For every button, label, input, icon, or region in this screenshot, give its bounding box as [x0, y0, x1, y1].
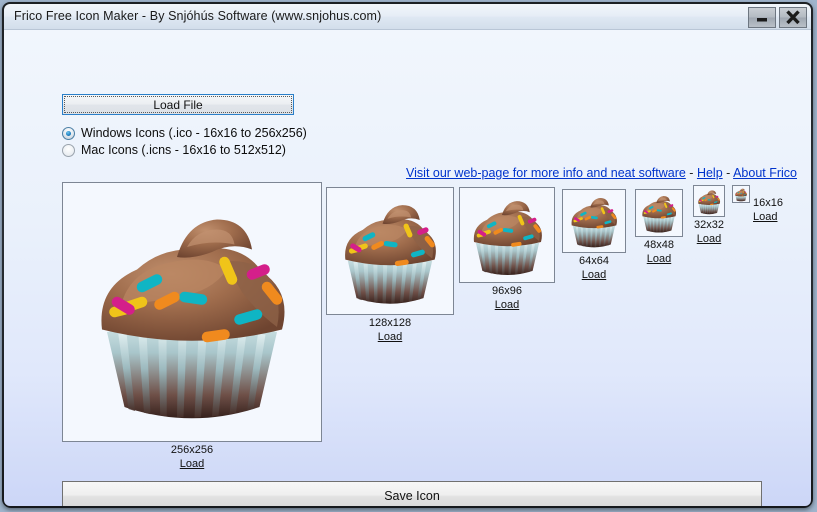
link-separator-1: -: [685, 166, 697, 180]
cupcake-icon: [694, 186, 724, 217]
radio-selected-icon: [62, 126, 75, 140]
window-title: Frico Free Icon Maker - By Snjóhús Softw…: [14, 9, 382, 23]
link-bar: Visit our web-page for more info and nea…: [406, 166, 797, 180]
preview-size-label-96: 96x96: [492, 285, 522, 297]
preview-size-label-48: 48x48: [644, 239, 674, 251]
preview-size-label-32: 32x32: [694, 219, 724, 231]
minimize-button[interactable]: [748, 7, 776, 28]
load-file-button[interactable]: Load File: [62, 94, 294, 115]
preview-box-128: [326, 187, 454, 315]
save-icon-button[interactable]: Save Icon: [62, 481, 762, 506]
cupcake-icon: [461, 189, 554, 282]
cupcake-icon: [67, 187, 317, 437]
radio-mac-icons[interactable]: Mac Icons (.icns - 16x16 to 512x512): [62, 143, 286, 157]
preview-tile-96: 96x96 Load: [459, 187, 555, 312]
preview-box-64: [562, 189, 626, 253]
load-link-256[interactable]: Load: [62, 457, 322, 471]
load-link-48[interactable]: Load: [635, 252, 683, 266]
preview-box-256: [62, 182, 322, 442]
link-about-frico[interactable]: About Frico: [733, 166, 797, 180]
client-area: Load File Windows Icons (.ico - 16x16 to…: [4, 30, 811, 506]
preview-size-label-256: 256x256: [170, 444, 214, 456]
application-window: Frico Free Icon Maker - By Snjóhús Softw…: [2, 2, 813, 508]
radio-windows-label: Windows Icons (.ico - 16x16 to 256x256): [81, 126, 307, 140]
preview-box-32: [693, 185, 725, 217]
cupcake-icon: [563, 190, 625, 252]
title-bar: Frico Free Icon Maker - By Snjóhús Softw…: [4, 4, 811, 30]
link-help[interactable]: Help: [697, 166, 723, 180]
preview-size-label-64: 64x64: [579, 255, 609, 267]
close-button[interactable]: [779, 7, 807, 28]
preview-tile-48: 48x48 Load: [635, 189, 683, 266]
preview-size-label-128: 128x128: [368, 317, 412, 329]
load-link-128[interactable]: Load: [326, 330, 454, 344]
preview-size-label-16: 16x16: [753, 197, 783, 209]
load-link-64[interactable]: Load: [562, 268, 626, 282]
radio-unselected-icon: [62, 143, 75, 157]
preview-tile-256: 256x256 Load: [62, 182, 322, 471]
preview-tile-32: 32x32 Load: [693, 185, 725, 246]
preview-tile-128: 128x128 Load: [326, 187, 454, 344]
radio-mac-label: Mac Icons (.icns - 16x16 to 512x512): [81, 143, 286, 157]
cupcake-icon: [733, 186, 749, 203]
minimize-icon: [757, 18, 767, 22]
cupcake-icon: [328, 189, 452, 313]
preview-tile-64: 64x64 Load: [562, 189, 626, 282]
preview-tile-16: 16x16 Load: [732, 185, 783, 224]
preview-box-16: [732, 185, 750, 203]
preview-box-48: [635, 189, 683, 237]
link-separator-2: -: [722, 166, 734, 180]
link-webpage[interactable]: Visit our web-page for more info and nea…: [406, 166, 686, 180]
load-link-16[interactable]: Load: [753, 210, 783, 224]
cupcake-icon: [636, 190, 682, 236]
load-link-32[interactable]: Load: [693, 232, 725, 246]
radio-windows-icons[interactable]: Windows Icons (.ico - 16x16 to 256x256): [62, 126, 307, 140]
close-icon: [786, 10, 800, 25]
save-icon-label: Save Icon: [384, 489, 440, 503]
load-link-96[interactable]: Load: [459, 298, 555, 312]
load-file-label: Load File: [64, 96, 292, 113]
preview-box-96: [459, 187, 555, 283]
